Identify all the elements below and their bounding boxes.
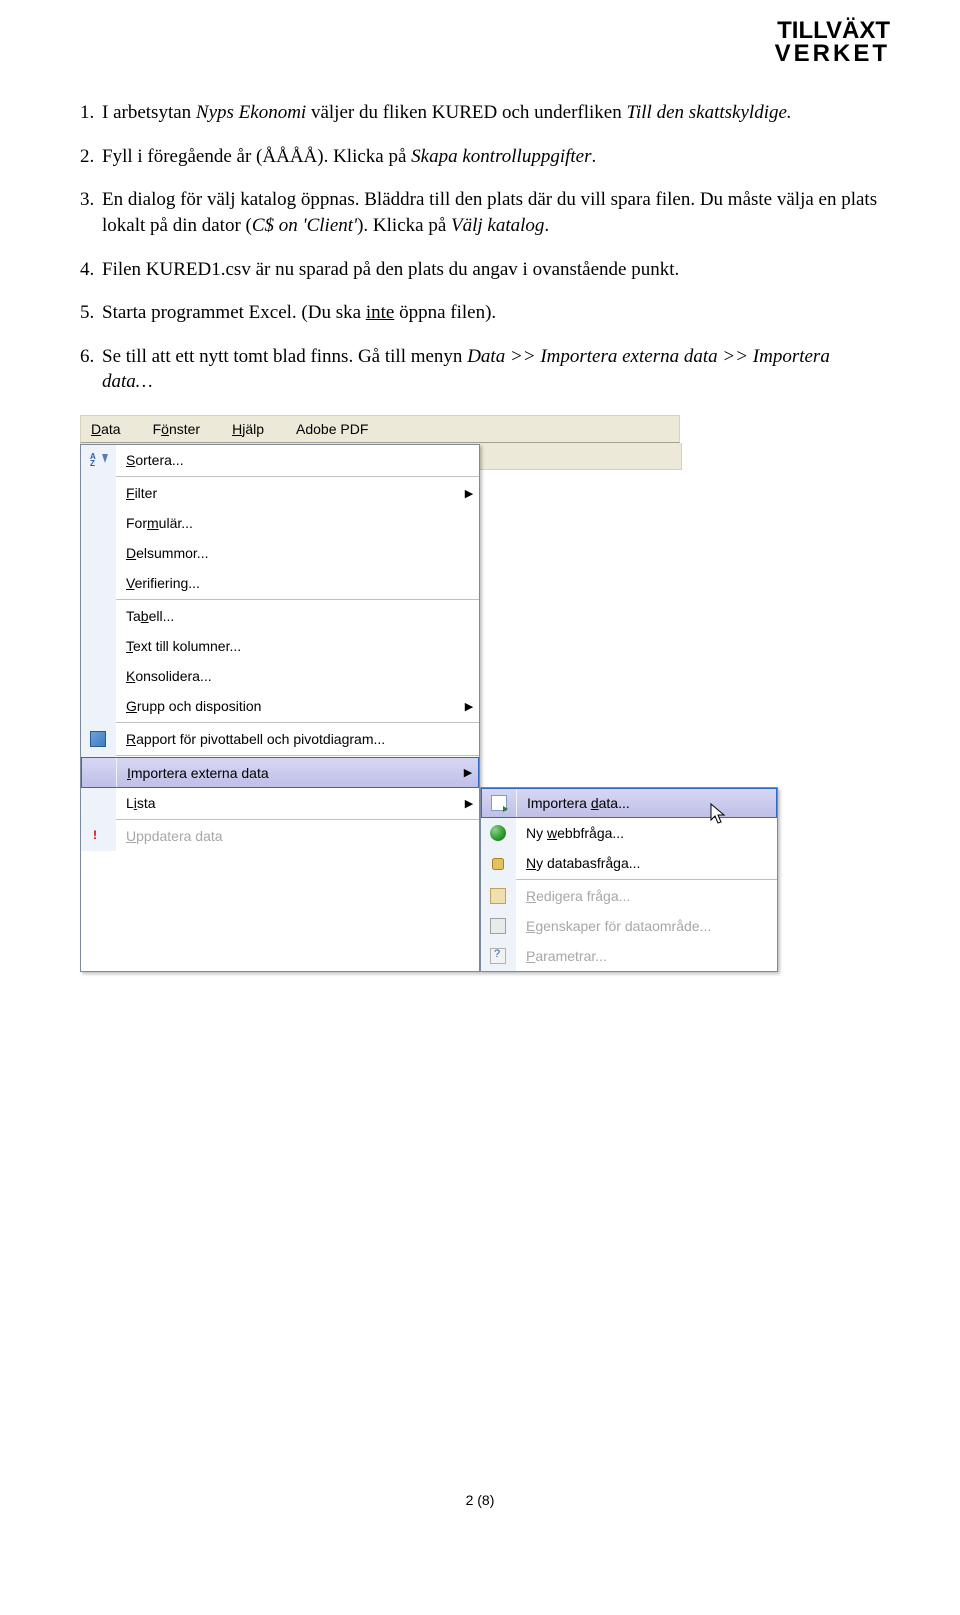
import-submenu: Importera data... Ny webbfråga... Ny dat… — [480, 787, 778, 972]
submenu-import-data[interactable]: Importera data... — [481, 788, 777, 818]
globe-icon — [490, 825, 506, 841]
submenu-arrow-icon: ▶ — [459, 487, 479, 500]
edit-query-icon — [490, 888, 506, 904]
data-menu-dropdown: AZ Sortera... Filter ▶ Formulär... Delsu… — [80, 444, 480, 972]
step-1: 1. I arbetsytan Nyps Ekonomi väljer du f… — [80, 100, 880, 126]
menu-validation[interactable]: Verifiering... — [81, 568, 479, 598]
step-5: 5. Starta programmet Excel. (Du ska inte… — [80, 300, 880, 326]
menu-list[interactable]: Lista ▶ — [81, 788, 479, 818]
menu-filter[interactable]: Filter ▶ — [81, 478, 479, 508]
pivot-icon — [90, 731, 106, 747]
database-icon — [490, 855, 506, 871]
menu-form[interactable]: Formulär... — [81, 508, 479, 538]
menu-table[interactable]: Tabell... — [81, 601, 479, 631]
logo: TILLVÄXT VERKET — [775, 20, 890, 66]
menu-group-outline[interactable]: Grupp och disposition ▶ — [81, 691, 479, 721]
menu-import-external-data[interactable]: Importera externa data ▶ — [81, 757, 479, 788]
submenu-arrow-icon: ▶ — [459, 700, 479, 713]
step-6: 6. Se till att ett nytt tomt blad finns.… — [80, 344, 880, 395]
menubar: Data Fönster Hjälp Adobe PDF — [80, 415, 680, 443]
refresh-icon: ! — [90, 828, 106, 844]
excel-screenshot: Data Fönster Hjälp Adobe PDF AZ Sortera.… — [80, 415, 880, 972]
submenu-data-range-properties: Egenskaper för dataområde... — [481, 911, 777, 941]
parameters-icon — [490, 948, 506, 964]
menu-sort[interactable]: AZ Sortera... — [81, 445, 479, 475]
step-4: 4. Filen KURED1.csv är nu sparad på den … — [80, 257, 880, 283]
step-2: 2. Fyll i föregående år (ÅÅÅÅ). Klicka p… — [80, 144, 880, 170]
menu-adobe[interactable]: Adobe PDF — [292, 419, 372, 439]
menu-text-to-columns[interactable]: Text till kolumner... — [81, 631, 479, 661]
menu-help[interactable]: Hjälp — [228, 419, 268, 439]
menu-window[interactable]: Fönster — [149, 419, 204, 439]
menu-pivot-report[interactable]: Rapport för pivottabell och pivotdiagram… — [81, 724, 479, 754]
submenu-edit-query: Redigera fråga... — [481, 881, 777, 911]
submenu-parameters: Parametrar... — [481, 941, 777, 971]
logo-line2: VERKET — [775, 43, 890, 66]
submenu-new-web-query[interactable]: Ny webbfråga... — [481, 818, 777, 848]
properties-icon — [490, 918, 506, 934]
sort-az-icon: AZ — [90, 452, 106, 468]
menu-refresh-data: ! Uppdatera data — [81, 821, 479, 851]
submenu-arrow-icon: ▶ — [458, 766, 478, 779]
menu-data[interactable]: Data — [87, 419, 125, 439]
submenu-arrow-icon: ▶ — [459, 797, 479, 810]
page-number: 2 (8) — [80, 1492, 880, 1508]
submenu-new-db-query[interactable]: Ny databasfråga... — [481, 848, 777, 878]
instructions: 1. I arbetsytan Nyps Ekonomi väljer du f… — [80, 100, 880, 395]
step-3: 3. En dialog för välj katalog öppnas. Bl… — [80, 187, 880, 238]
menu-subtotals[interactable]: Delsummor... — [81, 538, 479, 568]
menu-consolidate[interactable]: Konsolidera... — [81, 661, 479, 691]
import-data-icon — [491, 795, 507, 811]
